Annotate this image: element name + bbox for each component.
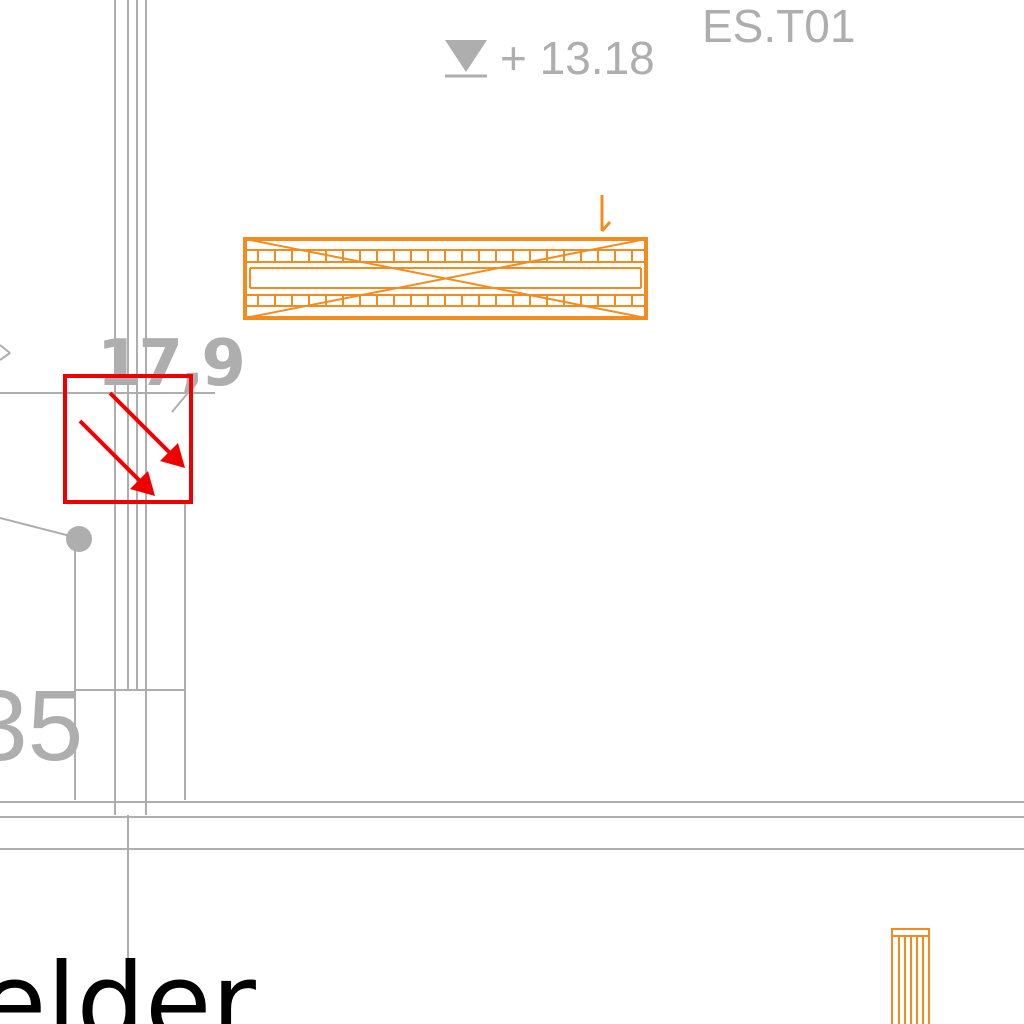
arrow-upper-shaft <box>108 391 174 457</box>
hatched-column-icon[interactable] <box>891 928 930 1024</box>
sheet-tag: ES.T01 <box>702 0 855 52</box>
arrow-lower-shaft <box>78 419 144 485</box>
partial-word: elder <box>0 941 256 1024</box>
elevation-marker: + 13.18 <box>445 32 655 84</box>
wall-lines <box>0 0 1024 1024</box>
level-triangle-icon <box>445 40 487 72</box>
cad-drawing-canvas: + 13.18 ES.T01 17,9 35 elder <box>0 0 1024 1024</box>
leader-dot <box>66 526 92 552</box>
leader-line <box>0 517 92 552</box>
partial-number: 35 <box>0 670 83 782</box>
dimension-label: 17,9 <box>97 327 243 401</box>
elevation-value: + 13.18 <box>500 32 655 84</box>
hatched-beam-icon[interactable] <box>243 195 648 320</box>
beam-marker <box>600 195 612 232</box>
